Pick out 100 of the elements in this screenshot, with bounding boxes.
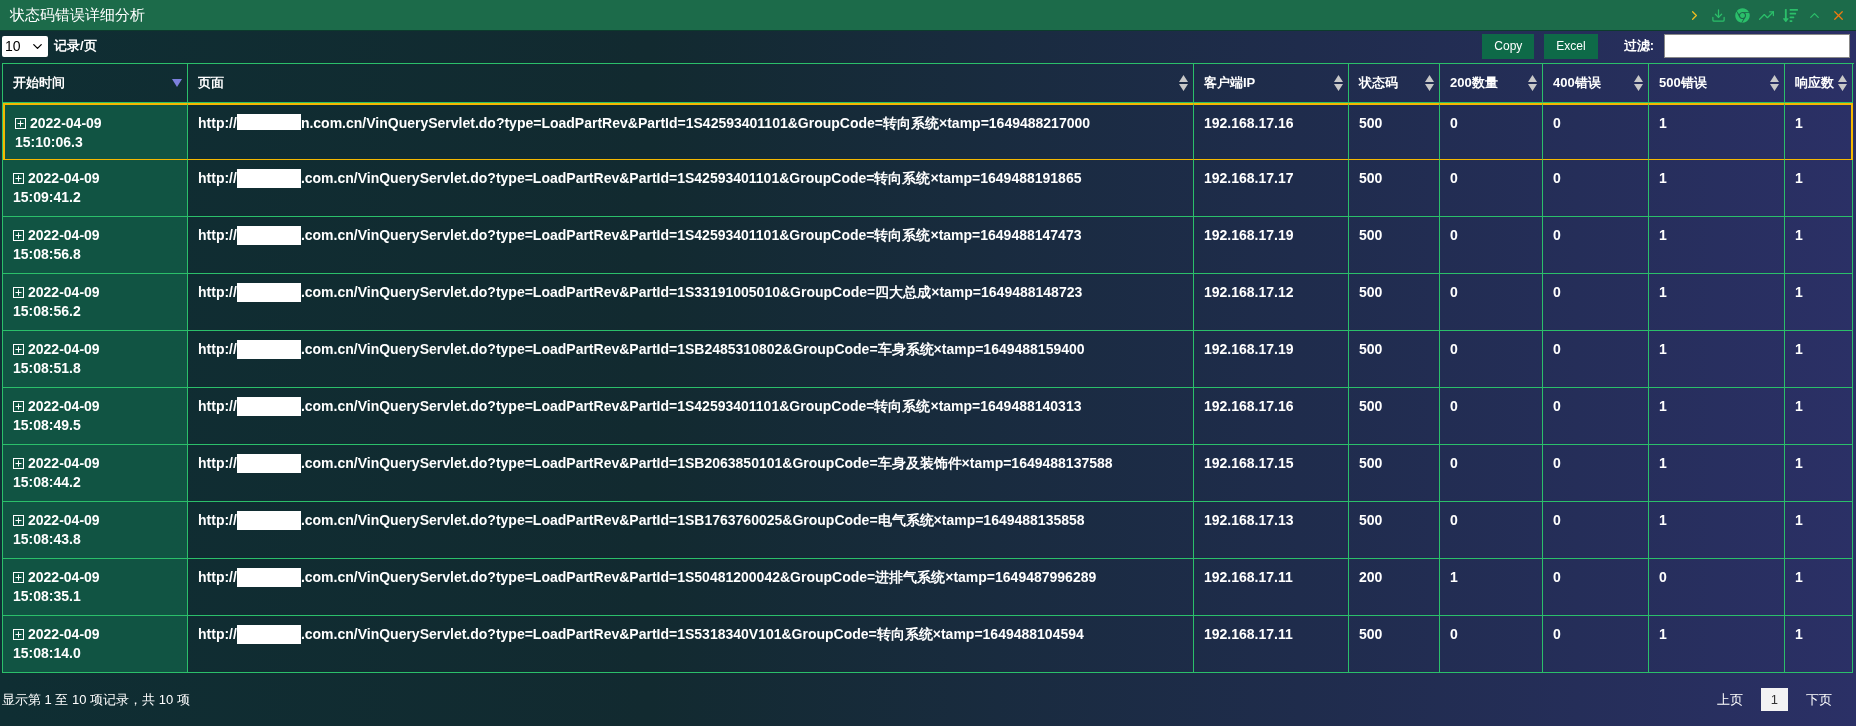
page-button[interactable]: 上页: [1706, 686, 1753, 713]
page-url-cell: http:// .com.cn/VinQueryServlet.do?type=LoadPartRev&PartId=1SB2485310802&GroupCode=车身系统×tamp=1649488159400: [188, 331, 1194, 388]
table-cell: 192.168.17.19: [1194, 331, 1349, 388]
column-header[interactable]: 开始时间: [3, 64, 188, 103]
page-url-cell: http:// .com.cn/VinQueryServlet.do?type=LoadPartRev&PartId=1S42593401101&GroupCode=转向系统×tamp=1649488147473: [188, 217, 1194, 274]
page-size-select[interactable]: 10: [2, 35, 48, 57]
table-cell: 0: [1543, 559, 1649, 616]
page-button[interactable]: 下页: [1796, 686, 1842, 713]
table-cell: 0: [1440, 445, 1543, 502]
table-cell: 0: [1649, 559, 1785, 616]
expand-icon[interactable]: [13, 515, 24, 526]
redaction-mark: [236, 283, 301, 302]
redaction-mark: [236, 226, 301, 245]
table-cell: 1: [1649, 445, 1785, 502]
table-cell: 1: [1440, 559, 1543, 616]
page-url-cell: http:// n.com.cn/VinQueryServlet.do?type=LoadPartRev&PartId=1S42593401101&GroupCode=转向系统×tamp=1649488217000: [188, 103, 1194, 160]
table-cell: 1: [1785, 217, 1853, 274]
column-header[interactable]: 200数量: [1440, 64, 1543, 103]
table-cell: 1: [1785, 502, 1853, 559]
table-cell: 0: [1543, 217, 1649, 274]
table-cell: 0: [1543, 445, 1649, 502]
table-cell: 0: [1440, 502, 1543, 559]
table-cell: 500: [1349, 103, 1440, 160]
redaction-mark: [236, 340, 301, 359]
expand-icon[interactable]: [13, 458, 24, 469]
expand-icon[interactable]: [13, 401, 24, 412]
start-time-cell: 2022-04-09 15:08:44.2: [3, 445, 188, 502]
start-time-cell: 2022-04-09 15:08:14.0: [3, 616, 188, 673]
table-cell: 0: [1543, 616, 1649, 673]
table-cell: 0: [1440, 274, 1543, 331]
table-cell: 0: [1543, 388, 1649, 445]
table-cell: 500: [1349, 388, 1440, 445]
page-url-cell: http:// .com.cn/VinQueryServlet.do?type=LoadPartRev&PartId=1S33191005010&GroupCode=四大总成×tamp=1649488148723: [188, 274, 1194, 331]
table-cell: 1: [1649, 388, 1785, 445]
page-url-cell: http:// .com.cn/VinQueryServlet.do?type=LoadPartRev&PartId=1S42593401101&GroupCode=转向系统×tamp=1649488191865: [188, 160, 1194, 217]
filter-label: 过滤:: [1623, 37, 1654, 55]
table-cell: 192.168.17.15: [1194, 445, 1349, 502]
table-cell: 1: [1785, 274, 1853, 331]
expand-icon[interactable]: [13, 629, 24, 640]
table-cell: 0: [1543, 274, 1649, 331]
expand-icon[interactable]: [15, 118, 26, 129]
start-time-cell: 2022-04-09 15:08:51.8: [3, 331, 188, 388]
redaction-mark: [236, 114, 301, 130]
record-count-text: 显示第 1 至 10 项记录，共 10 项: [2, 690, 190, 709]
table-cell: 500: [1349, 160, 1440, 217]
start-time-cell: 2022-04-09 15:08:49.5: [3, 388, 188, 445]
table-cell: 1: [1649, 274, 1785, 331]
download-icon[interactable]: [1711, 7, 1726, 23]
page-url-cell: http:// .com.cn/VinQueryServlet.do?type=LoadPartRev&PartId=1S42593401101&GroupCode=转向系统×tamp=1649488140313: [188, 388, 1194, 445]
export-button[interactable]: Excel: [1544, 33, 1598, 59]
table-cell: 192.168.17.17: [1194, 160, 1349, 217]
table-cell: 0: [1440, 103, 1543, 160]
start-time-cell: 2022-04-09 15:08:43.8: [3, 502, 188, 559]
expand-icon[interactable]: [13, 344, 24, 355]
column-header[interactable]: 响应数: [1785, 64, 1853, 103]
column-header[interactable]: 500错误: [1649, 64, 1785, 103]
table-cell: 192.168.17.13: [1194, 502, 1349, 559]
column-header[interactable]: 客户端IP: [1194, 64, 1349, 103]
table-cell: 200: [1349, 559, 1440, 616]
table-cell: 500: [1349, 502, 1440, 559]
table-cell: 1: [1649, 616, 1785, 673]
expand-icon[interactable]: [13, 287, 24, 298]
table-cell: 1: [1649, 160, 1785, 217]
table-cell: 0: [1440, 217, 1543, 274]
table-cell: 500: [1349, 331, 1440, 388]
expand-icon[interactable]: [13, 173, 24, 184]
table-cell: 1: [1785, 559, 1853, 616]
table-cell: 1: [1785, 160, 1853, 217]
table-cell: 0: [1543, 103, 1649, 160]
table-cell: 192.168.17.16: [1194, 103, 1349, 160]
page-size-value: 10: [5, 38, 21, 54]
table-cell: 0: [1440, 616, 1543, 673]
page-url-cell: http:// .com.cn/VinQueryServlet.do?type=LoadPartRev&PartId=1S50481200042&GroupCode=进排气系统×tamp=1649487996289: [188, 559, 1194, 616]
sort-icon[interactable]: [1783, 7, 1798, 23]
column-header[interactable]: 页面: [188, 64, 1194, 103]
filter-field[interactable]: [1664, 34, 1850, 58]
table-cell: 500: [1349, 274, 1440, 331]
column-header[interactable]: 400错误: [1543, 64, 1649, 103]
table-cell: 192.168.17.11: [1194, 616, 1349, 673]
column-header[interactable]: 状态码: [1349, 64, 1440, 103]
page-button[interactable]: 1: [1760, 688, 1788, 711]
table-cell: 500: [1349, 616, 1440, 673]
redaction-mark: [236, 397, 301, 416]
table-cell: 0: [1440, 331, 1543, 388]
redaction-mark: [236, 568, 301, 587]
table-cell: 1: [1649, 502, 1785, 559]
expand-icon[interactable]: [13, 572, 24, 583]
table-cell: 0: [1543, 331, 1649, 388]
export-button[interactable]: Copy: [1482, 33, 1535, 59]
window-title: 状态码错误详细分析: [10, 5, 145, 25]
table-cell: 0: [1543, 502, 1649, 559]
redaction-mark: [236, 625, 301, 644]
page-url-cell: http:// .com.cn/VinQueryServlet.do?type=LoadPartRev&PartId=1SB1763760025&GroupCode=电气系统×tamp=1649488135858: [188, 502, 1194, 559]
redaction-mark: [236, 511, 301, 530]
table-cell: 1: [1785, 616, 1853, 673]
table-cell: 1: [1649, 331, 1785, 388]
table-cell: 0: [1440, 388, 1543, 445]
expand-icon[interactable]: [13, 230, 24, 241]
table-cell: 192.168.17.11: [1194, 559, 1349, 616]
browser-icon[interactable]: [1735, 7, 1750, 23]
